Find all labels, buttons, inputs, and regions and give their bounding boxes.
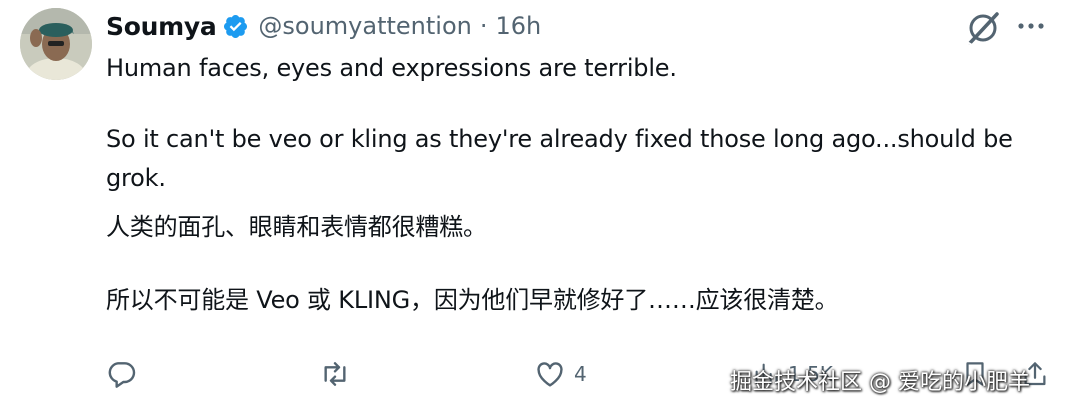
tweet-timestamp[interactable]: 16h — [496, 12, 542, 40]
translated-text-line: 人类的面孔、眼睛和表情都很糟糕。 — [106, 213, 487, 241]
tweet-text-line: So it can't be veo or kling as they're a… — [106, 125, 1013, 153]
avatar[interactable] — [20, 8, 92, 80]
header-separator: · — [479, 12, 488, 40]
user-handle[interactable]: @soumyattention — [258, 12, 471, 40]
more-icon[interactable] — [1016, 14, 1046, 38]
tweet-header: Soumya @soumyattention · 16h — [106, 6, 541, 46]
translated-text-line: 所以不可能是 Veo 或 KLING，因为他们早就修好了……应该很清楚。 — [106, 286, 839, 314]
tweet-text-line: grok. — [106, 164, 166, 192]
reply-icon — [108, 362, 136, 388]
user-name[interactable]: Soumya — [106, 12, 217, 41]
like-icon — [537, 362, 563, 387]
watermark: 掘金技术社区 @ 爱吃的小肥羊 — [730, 370, 1030, 395]
like-count: 4 — [574, 362, 587, 386]
verified-badge-icon — [222, 13, 249, 40]
reply-button[interactable] — [106, 352, 146, 396]
like-button[interactable]: 4 — [534, 352, 587, 396]
grok-icon[interactable] — [964, 9, 1002, 47]
retweet-icon — [324, 362, 346, 386]
tweet-text-line: Human faces, eyes and expressions are te… — [106, 54, 677, 82]
retweet-button[interactable] — [318, 352, 360, 396]
